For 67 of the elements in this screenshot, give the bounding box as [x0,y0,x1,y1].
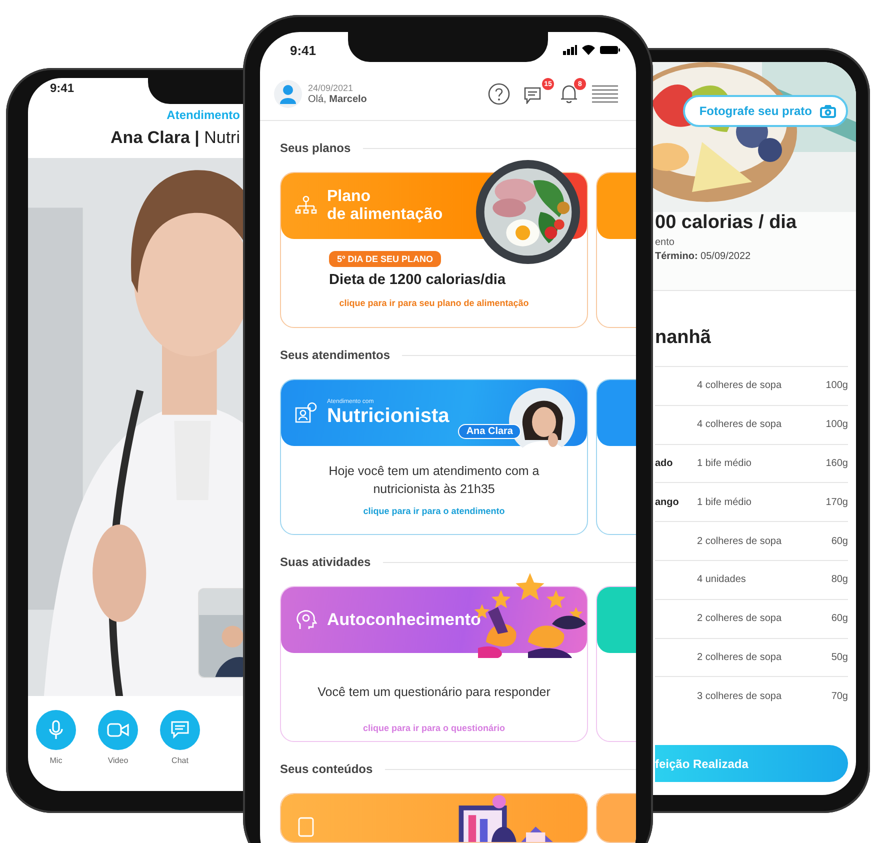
food-portion: 3 colheres de sopa [697,690,783,702]
help-icon[interactable] [488,83,510,105]
end-date: Término: 05/09/2022 [655,251,752,262]
video-call-icon [295,402,317,424]
activity-card[interactable]: Autoconhecimento Você tem um questionário para responder clique para ir para o questionário [280,586,588,742]
card-title: Autoconhecimento [327,610,481,630]
food-portion: 4 colheres de sopa [697,380,783,392]
name-tag: Ana Clara [458,424,521,439]
photograph-plate-button[interactable]: Fotografe seu prato [683,95,848,127]
food-weight: 60g [831,536,848,547]
chat-button[interactable] [160,710,200,750]
date: 24/09/2021 [308,83,354,93]
status-time: 9:41 [290,42,316,58]
appointment-message: Hoje você tem um atendimento com a nutricionista às 21h35 [328,463,540,498]
signal-icon [563,45,577,55]
card-subtitle: de alimentação [327,206,443,224]
food-portion: 4 unidades [697,574,747,586]
control-label: Video [108,756,128,765]
plan-day-tag: 5º DIA DE SEU PLANO [329,251,441,267]
food-portion: 1 bife médio [697,496,752,508]
header-label: Atendimento [166,108,240,122]
status-time: 9:41 [50,81,74,97]
plan-link[interactable]: clique para ir para seu plano de alimentação [339,298,529,308]
video-camera-icon [107,723,129,737]
section-title: Seus atendimentos [280,348,390,362]
section-title: Seus conteúdos [280,762,373,776]
card-title: Plano [327,188,372,206]
food-weight: 80g [831,574,848,586]
meal-done-button[interactable]: feição Realizada [655,745,848,782]
food-portion: 4 colheres de sopa [697,419,783,430]
camera-icon [820,104,836,118]
food-portion: 2 colheres de sopa [697,652,783,663]
food-weight: 70g [831,690,848,702]
video-button[interactable] [98,710,138,750]
section-title: Suas atividades [280,555,371,569]
food-portion: 2 colheres de sopa [697,536,783,547]
activity-message: Você tem um questionário para responder [316,684,552,701]
food-weight: 60g [831,613,848,624]
food-weight: 50g [831,652,848,663]
greeting: Olá, Marcelo [308,94,368,105]
control-label: Mic [50,756,62,765]
battery-icon [600,45,620,55]
header-title: Ana Clara | Nutri [110,128,240,148]
wifi-icon [582,45,595,55]
control-label: Chat [172,756,188,765]
user-icon[interactable] [274,80,302,108]
chat-icon [171,721,189,739]
food-weight: 100g [826,419,848,430]
food-name: ango [655,496,679,508]
bell-icon [560,84,578,104]
head-icon [295,609,317,631]
food-portion: 2 colheres de sopa [697,613,783,624]
card-title: Nutricionista [327,404,450,428]
diet-name: Dieta de 1200 calorias/dia [329,272,507,288]
food-weight: 160g [826,458,848,469]
food-portion: 1 bife médio [697,458,752,469]
section-title: Seus planos [280,141,351,155]
food-weight: 100g [826,380,848,392]
plan-title: 00 calorias / dia [655,212,797,234]
microphone-icon [48,720,64,740]
food-weight: 170g [826,496,848,508]
menu-icon[interactable] [592,85,618,103]
food-name: ado [655,458,673,469]
appointment-link[interactable]: clique para ir para o atendimento [363,506,505,516]
mic-button[interactable] [36,710,76,750]
questionnaire-link[interactable]: clique para ir para o questionário [362,723,506,734]
plan-subtitle: ento [655,237,676,248]
